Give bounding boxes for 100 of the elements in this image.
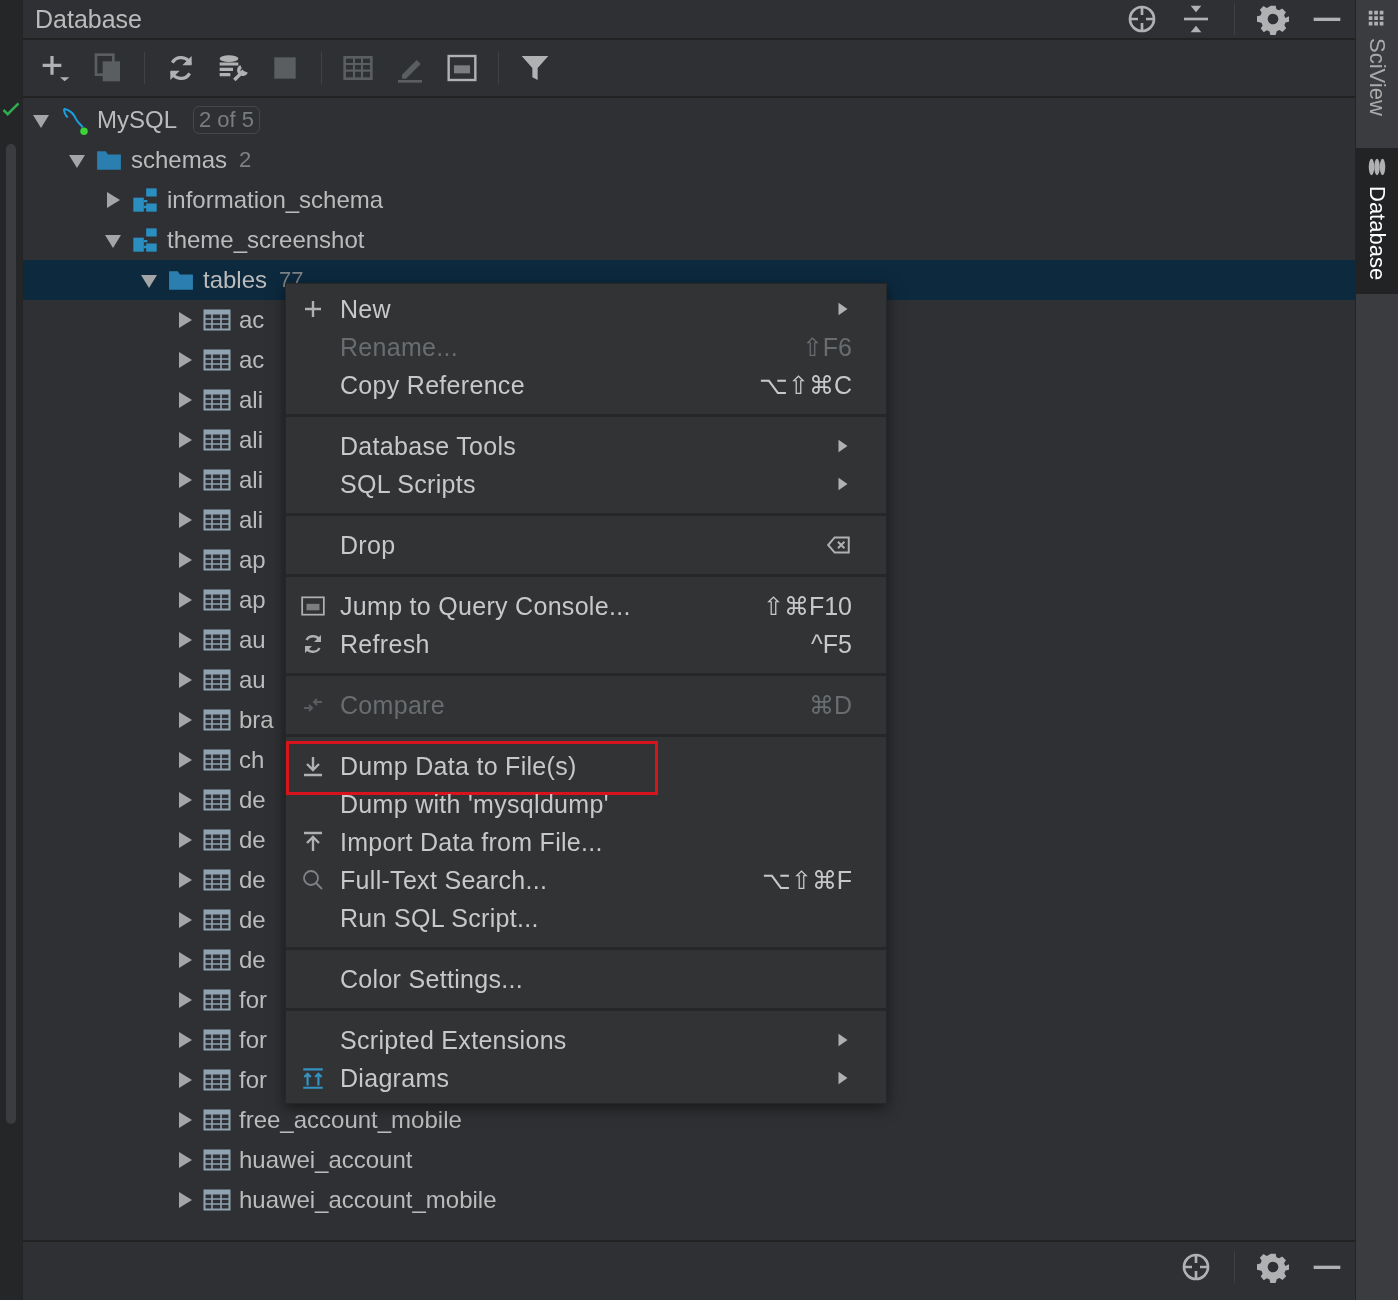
table-icon — [203, 747, 231, 773]
tree-item[interactable]: bra — [239, 706, 274, 734]
table-icon — [203, 1107, 231, 1133]
tree-item[interactable]: for — [239, 1026, 267, 1054]
query-console-icon — [299, 593, 327, 619]
menu-item[interactable]: Jump to Query Console... ⇧⌘F10 — [286, 587, 886, 625]
table-icon — [203, 587, 231, 613]
tree-item[interactable]: de — [239, 946, 266, 974]
table-icon — [203, 827, 231, 853]
side-tab[interactable]: Database — [1356, 147, 1398, 295]
shortcut: ⇧⌘F10 — [762, 591, 852, 621]
menu-item[interactable]: Import Data from File... — [286, 823, 886, 861]
table-icon — [203, 1147, 231, 1173]
menu-item-label: Jump to Query Console... — [340, 591, 632, 621]
menu-item-label: Dump Data to File(s) — [340, 751, 578, 781]
table-icon — [203, 467, 231, 493]
side-tab[interactable]: SciView — [1356, 0, 1398, 130]
shortcut: ⌥⇧⌘C — [758, 370, 852, 400]
menu-item-label: Database Tools — [340, 431, 518, 461]
item-count: 2 — [239, 147, 252, 173]
settings-icon[interactable] — [1257, 1251, 1289, 1283]
menu-item-label: SQL Scripts — [340, 469, 477, 499]
table-icon — [203, 987, 231, 1013]
tree-item[interactable]: huawei_account — [239, 1146, 413, 1174]
data-source-badge: 2 of 5 — [193, 106, 261, 134]
tree-item[interactable]: free_account_mobile — [239, 1106, 462, 1134]
tree-item[interactable]: au — [239, 666, 266, 694]
search-icon — [301, 868, 325, 892]
tree-item[interactable]: MySQL — [97, 106, 177, 134]
table-icon — [203, 347, 231, 373]
query-console-icon[interactable] — [446, 52, 478, 84]
menu-item[interactable]: Refresh ^F5 — [286, 625, 886, 663]
tree-item[interactable]: for — [239, 986, 267, 1014]
menu-item-label: Import Data from File... — [340, 827, 604, 857]
menu-item[interactable]: Full-Text Search... ⌥⇧⌘F — [286, 861, 886, 899]
menu-item-label: Color Settings... — [340, 964, 524, 994]
tree-item[interactable]: theme_screenshot — [167, 226, 365, 254]
menu-item-label: Drop — [340, 530, 397, 560]
table-icon — [203, 627, 231, 653]
table-icon — [203, 1027, 231, 1053]
tree-item[interactable]: schemas — [131, 146, 228, 174]
schema-icon — [131, 226, 159, 254]
tree-item[interactable]: ap — [239, 586, 266, 614]
tree-item[interactable]: de — [239, 866, 266, 894]
table-icon — [203, 507, 231, 533]
menu-item-label: Copy Reference — [340, 370, 526, 400]
crosshair-icon[interactable] — [1126, 3, 1158, 35]
scrollbar[interactable] — [6, 144, 16, 1124]
table-icon — [203, 1067, 231, 1093]
tree-item[interactable]: information_schema — [167, 186, 384, 214]
table-icon — [203, 1187, 231, 1213]
shortcut: ⌥⇧⌘F — [761, 865, 852, 895]
tree-item[interactable]: for — [239, 1066, 267, 1094]
table-icon — [203, 667, 231, 693]
crosshair-icon[interactable] — [1180, 1251, 1212, 1283]
table-icon — [203, 387, 231, 413]
menu-item[interactable]: Database Tools — [286, 427, 886, 465]
tree-item[interactable]: ch — [239, 746, 265, 774]
tree-item[interactable]: ali — [239, 466, 263, 494]
tree-item[interactable]: au — [239, 626, 266, 654]
menu-item[interactable]: SQL Scripts — [286, 465, 886, 503]
tree-item[interactable]: ali — [239, 386, 263, 414]
menu-item[interactable]: Diagrams — [286, 1059, 886, 1097]
menu-item[interactable]: Dump with 'mysqldump' — [286, 785, 886, 823]
tree-item[interactable]: ac — [239, 306, 265, 334]
shortcut: ⌘D — [808, 690, 852, 720]
menu-item[interactable]: Drop — [286, 526, 886, 564]
tree-item[interactable]: ali — [239, 506, 263, 534]
tree-item[interactable]: ali — [239, 426, 263, 454]
menu-item[interactable]: Run SQL Script... — [286, 899, 886, 937]
menu-item-label: Dump with 'mysqldump' — [340, 789, 610, 819]
schema-icon — [131, 186, 159, 214]
shortcut: ⇧F6 — [801, 332, 852, 362]
download-icon — [301, 754, 325, 778]
table-icon — [203, 547, 231, 573]
tree-item[interactable]: de — [239, 826, 266, 854]
tree-item[interactable]: huawei_account_mobile — [239, 1186, 497, 1214]
shortcut: ^F5 — [811, 629, 852, 659]
menu-item[interactable]: Dump Data to File(s) — [286, 747, 886, 785]
panel-title: Database — [35, 4, 144, 34]
menu-item[interactable]: Scripted Extensions — [286, 1021, 886, 1059]
upload-icon — [301, 830, 325, 854]
menu-item-label: Diagrams — [340, 1063, 451, 1093]
menu-item-label: Compare — [340, 690, 446, 720]
settings-icon[interactable] — [1257, 3, 1289, 35]
table-icon — [203, 707, 231, 733]
menu-item-label: Full-Text Search... — [340, 865, 549, 895]
database-wrench-icon[interactable] — [217, 52, 249, 84]
table-icon — [203, 947, 231, 973]
table-icon — [203, 907, 231, 933]
menu-item-label: Scripted Extensions — [340, 1025, 568, 1055]
tree-item[interactable]: de — [239, 906, 266, 934]
tree-item[interactable]: de — [239, 786, 266, 814]
table-icon — [203, 307, 231, 333]
tree-item[interactable]: tables — [203, 266, 268, 294]
tree-item[interactable]: ac — [239, 346, 265, 374]
tree-item[interactable]: ap — [239, 546, 266, 574]
menu-item[interactable]: Color Settings... — [286, 960, 886, 998]
menu-item[interactable]: Copy Reference ⌥⇧⌘C — [286, 366, 886, 404]
table-icon — [203, 867, 231, 893]
